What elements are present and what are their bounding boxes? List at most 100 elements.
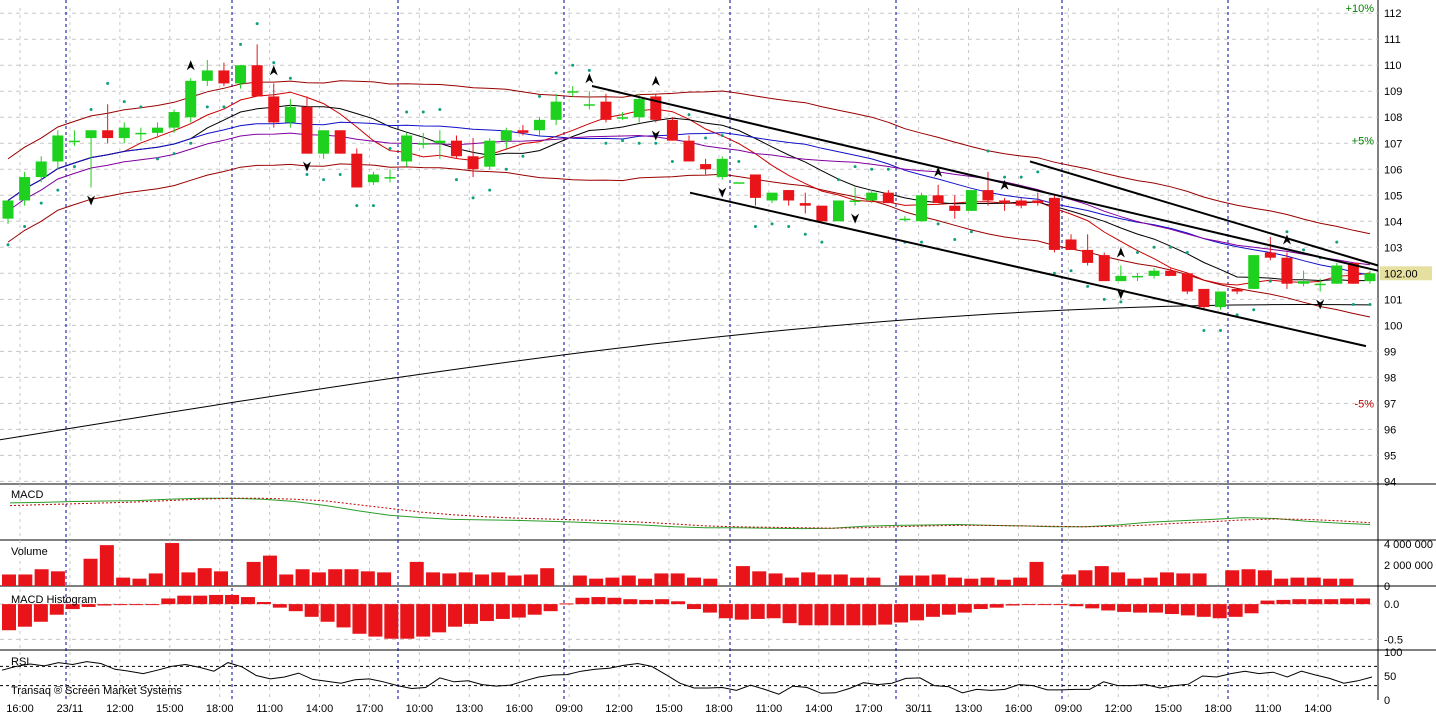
candle-body xyxy=(135,132,147,135)
sar-dot xyxy=(388,146,392,150)
volume-bar xyxy=(866,577,881,586)
histogram-bar xyxy=(209,594,224,605)
histogram-bar xyxy=(1196,604,1211,617)
histogram-bar xyxy=(1356,598,1371,605)
candle-body xyxy=(1264,252,1276,258)
candle-body xyxy=(700,164,712,170)
histogram-bar xyxy=(304,604,319,617)
histogram-bar xyxy=(702,604,717,613)
volume-bar xyxy=(540,568,555,586)
histogram-bar xyxy=(400,604,415,639)
candle-body xyxy=(85,130,97,139)
volume-bar xyxy=(181,572,196,586)
time-tick-label: 11:00 xyxy=(1255,703,1282,715)
candle-body xyxy=(367,174,379,183)
histogram-bar xyxy=(17,604,32,627)
sar-dot xyxy=(1335,240,1339,244)
volume-bar xyxy=(1078,570,1093,586)
candle-body xyxy=(816,205,828,222)
sar-dot xyxy=(56,188,60,192)
candle-body xyxy=(235,65,247,84)
sar-dot xyxy=(1102,297,1106,301)
histogram-bar xyxy=(145,604,160,606)
histogram-bar xyxy=(1212,604,1227,619)
volume-bar xyxy=(850,577,865,586)
candle-body xyxy=(450,140,462,157)
price-tick-label: 107 xyxy=(1384,138,1402,150)
histogram-bar xyxy=(718,604,733,619)
histogram-bar xyxy=(432,604,447,633)
sar-dot xyxy=(870,167,874,171)
volume-bar xyxy=(638,578,653,586)
volume-bar xyxy=(833,574,848,586)
time-tick-label: 12:00 xyxy=(605,703,633,715)
price-tick-label: 105 xyxy=(1384,190,1402,202)
histogram-bar xyxy=(33,604,48,622)
volume-bar xyxy=(1192,573,1207,586)
histogram-bar xyxy=(129,604,144,606)
volume-bar xyxy=(1013,577,1028,586)
candle-body xyxy=(600,101,612,120)
candle-body xyxy=(1065,239,1077,250)
candle-body xyxy=(484,140,496,167)
candle-body xyxy=(567,91,579,93)
histogram-bar xyxy=(973,604,988,610)
time-tick-label: 17:00 xyxy=(855,703,883,715)
volume-bar xyxy=(148,573,163,586)
fractal-up-arrow xyxy=(269,65,278,76)
candle-body xyxy=(733,182,745,184)
sar-dot xyxy=(1036,170,1040,174)
time-tick-label: 12:00 xyxy=(1105,703,1133,715)
sar-dot xyxy=(787,224,791,228)
sar-dot xyxy=(953,237,957,241)
histogram-bar xyxy=(591,597,606,605)
sar-dot xyxy=(521,154,525,158)
volume-bar xyxy=(752,571,767,586)
time-tick-label: 09:00 xyxy=(1055,703,1083,715)
candle-body xyxy=(185,80,197,118)
trendline xyxy=(689,191,1367,348)
volume-bar xyxy=(1094,566,1109,586)
candle-body xyxy=(882,192,894,204)
sar-dot xyxy=(1219,329,1223,333)
candle-body xyxy=(301,106,313,154)
volume-bar xyxy=(931,574,946,586)
histogram-bar xyxy=(177,595,192,605)
histogram-bar xyxy=(1133,604,1148,613)
volume-tick-label: 4 000 000 xyxy=(1384,539,1433,551)
histogram-bar xyxy=(1148,604,1163,613)
volume-bar xyxy=(1029,561,1044,586)
candle-body xyxy=(982,190,994,201)
candle-body xyxy=(999,200,1011,204)
sar-dot xyxy=(820,240,824,244)
histogram-bar xyxy=(416,604,431,637)
histogram-bar xyxy=(2,604,16,631)
sar-dot xyxy=(538,94,542,98)
volume-bar xyxy=(1306,577,1321,586)
histogram-bar xyxy=(1180,604,1195,616)
sar-dot xyxy=(205,105,209,109)
volume-bar xyxy=(474,574,489,586)
volume-bar xyxy=(214,571,229,586)
sar-dot xyxy=(1119,300,1123,304)
sar-dot xyxy=(1351,303,1355,307)
candle-body xyxy=(467,156,479,170)
histogram-bar xyxy=(862,604,877,626)
candle-body xyxy=(899,218,911,221)
candle-body xyxy=(284,106,296,123)
sar-dot xyxy=(1169,245,1173,249)
histogram-bar xyxy=(336,604,351,628)
macd-signal-line xyxy=(9,497,1371,529)
histogram-bar xyxy=(1005,604,1020,606)
volume-bar xyxy=(589,578,604,586)
sar-dot xyxy=(405,110,409,114)
histogram-bar xyxy=(766,604,781,619)
histogram-bar xyxy=(639,599,654,605)
sar-dot xyxy=(1003,175,1007,179)
volume-bar xyxy=(964,578,979,586)
volume-bar xyxy=(262,555,277,586)
histogram-bar xyxy=(240,597,255,605)
histogram-tick-label: 0.0 xyxy=(1384,599,1399,611)
candle-body xyxy=(118,127,130,139)
volume-bar xyxy=(1339,578,1354,586)
